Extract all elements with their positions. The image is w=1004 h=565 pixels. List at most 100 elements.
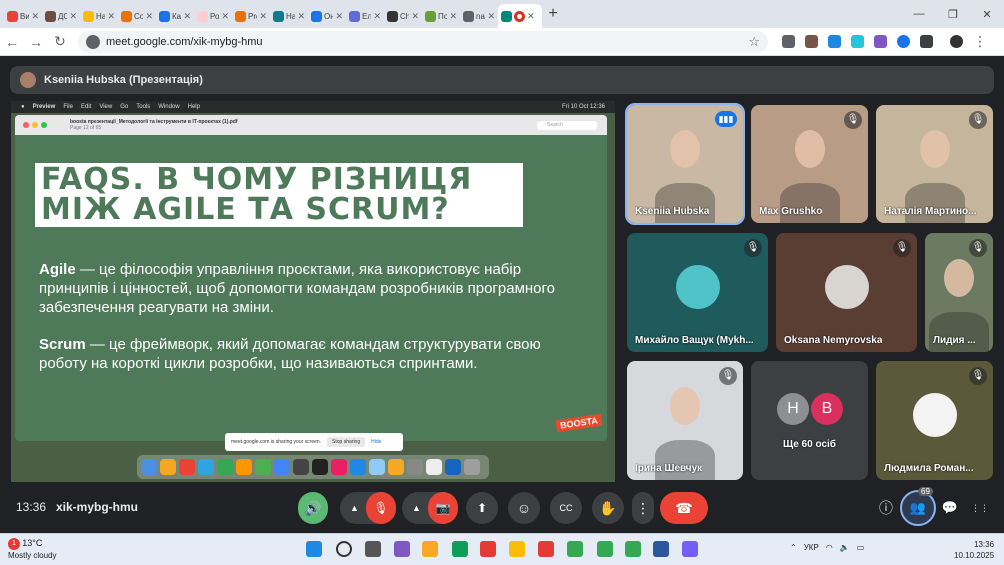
browser-tab[interactable]: Роз✕ — [194, 4, 232, 28]
tab-close-icon[interactable]: ✕ — [221, 11, 229, 22]
tab-close-icon[interactable]: ✕ — [259, 11, 267, 22]
chrome-profile-icon[interactable] — [567, 541, 583, 557]
mac-menu-item[interactable]: Go — [120, 104, 128, 110]
browser-tab-active[interactable]: ✕ — [498, 4, 542, 28]
dock-app-icon[interactable] — [255, 459, 271, 475]
back-button[interactable]: ← — [0, 34, 24, 50]
mac-menu-item[interactable]: Tools — [136, 104, 150, 110]
dock-app-icon[interactable] — [274, 459, 290, 475]
file-explorer-icon[interactable] — [422, 541, 438, 557]
tab-close-icon[interactable]: ✕ — [145, 11, 153, 22]
dock-app-icon[interactable] — [179, 459, 195, 475]
tab-close-icon[interactable]: ✕ — [373, 11, 381, 22]
dock-app-icon[interactable] — [236, 459, 252, 475]
forward-button[interactable]: → — [24, 34, 48, 50]
cast-icon[interactable] — [782, 35, 795, 48]
weather-widget[interactable]: 1 13°C Mostly cloudy — [8, 538, 56, 561]
copilot-icon[interactable] — [394, 541, 410, 557]
tab-close-icon[interactable]: ✕ — [297, 11, 305, 22]
extension-icon[interactable] — [874, 35, 887, 48]
close-window-icon[interactable] — [23, 122, 29, 128]
browser-tab[interactable]: Еле✕ — [346, 4, 384, 28]
dock-app-icon[interactable] — [350, 459, 366, 475]
hide-button[interactable]: Hide — [371, 439, 381, 445]
participant-tile[interactable]: Kseniia Hubska ▮▮▮ — [625, 103, 745, 225]
reload-button[interactable]: ↻ — [48, 33, 72, 50]
dock-app-icon[interactable] — [331, 459, 347, 475]
camera-toggle-button[interactable]: 📷 — [428, 492, 458, 524]
meeting-info-button[interactable]: ⓘ — [874, 496, 898, 520]
bookmark-star-icon[interactable]: ☆ — [748, 34, 760, 50]
tab-close-icon[interactable]: ✕ — [335, 11, 343, 22]
participant-tile[interactable]: Михайло Ващук (Mykh... 🎙 — [627, 233, 768, 352]
tab-close-icon[interactable]: ✕ — [449, 11, 457, 22]
dock-app-icon[interactable] — [464, 459, 480, 475]
mac-menu-item[interactable]: Preview — [33, 104, 56, 110]
address-bar[interactable]: meet.google.com/xik-mybg-hmu ☆ — [78, 30, 768, 53]
minimize-window-icon[interactable] — [32, 122, 38, 128]
dock-app-icon[interactable] — [141, 459, 157, 475]
tab-close-icon[interactable]: ✕ — [69, 11, 77, 22]
opera-icon[interactable] — [480, 541, 496, 557]
participant-tile[interactable]: Н В Ще 60 осіб — [751, 361, 868, 480]
browser-tab[interactable]: nau✕ — [460, 4, 498, 28]
present-button[interactable]: ⬆ — [466, 492, 498, 524]
search-icon[interactable] — [336, 541, 352, 557]
taskbar-clock[interactable]: 13:36 10.10.2025 — [954, 539, 994, 561]
participant-tile[interactable]: Oksana Nemyrovska 🎙 — [776, 233, 917, 352]
reactions-button[interactable]: ☺ — [508, 492, 540, 524]
profile-avatar[interactable] — [950, 35, 963, 48]
minimize-window-button[interactable]: — — [902, 8, 936, 20]
maximize-window-button[interactable]: ❐ — [936, 8, 970, 21]
tab-close-icon[interactable]: ✕ — [487, 11, 495, 22]
shared-screen[interactable]: ● Preview File Edit View Go Tools Window Help F… — [11, 101, 615, 482]
extension-icon[interactable] — [828, 35, 841, 48]
dock-app-icon[interactable] — [217, 459, 233, 475]
leave-call-button[interactable]: ☎ — [660, 492, 708, 524]
word-icon[interactable] — [653, 541, 669, 557]
extension-icon[interactable] — [851, 35, 864, 48]
site-info-icon[interactable] — [86, 34, 100, 49]
dock-app-icon[interactable] — [198, 459, 214, 475]
dock-app-icon[interactable] — [369, 459, 385, 475]
tab-close-icon[interactable]: ✕ — [183, 11, 191, 22]
dock-app-icon[interactable] — [445, 459, 461, 475]
close-window-button[interactable]: ✕ — [970, 8, 1004, 21]
browser-tab[interactable]: Ви з✕ — [4, 4, 42, 28]
raise-hand-button[interactable]: ✋ — [592, 492, 624, 524]
browser-tab[interactable]: Пор✕ — [422, 4, 460, 28]
new-tab-button[interactable]: + — [542, 5, 564, 23]
pdf-search-field[interactable]: Search — [537, 120, 597, 130]
viber-icon[interactable] — [682, 541, 698, 557]
zoom-window-icon[interactable] — [41, 122, 47, 128]
browser-tab[interactable]: Нав✕ — [270, 4, 308, 28]
dock-app-icon[interactable] — [160, 459, 176, 475]
language-indicator[interactable]: УКР — [804, 543, 819, 552]
tab-close-icon[interactable]: ✕ — [411, 11, 419, 22]
activities-button[interactable]: ⋮⋮ — [968, 496, 992, 520]
participant-tile[interactable]: Наталія Мартино... 🎙 — [876, 105, 993, 223]
extension-icon[interactable] — [805, 35, 818, 48]
tab-close-icon[interactable]: ✕ — [527, 11, 535, 22]
volume-icon[interactable]: 🔈 — [840, 543, 850, 552]
browser-tab[interactable]: Cha✕ — [384, 4, 422, 28]
chat-button[interactable]: 💬 — [938, 496, 962, 520]
more-options-button[interactable]: ⋮ — [632, 492, 654, 524]
captions-button[interactable]: CC — [550, 492, 582, 524]
chrome-profile-icon[interactable] — [597, 541, 613, 557]
dock-app-icon[interactable] — [426, 459, 442, 475]
edge-icon[interactable] — [452, 541, 468, 557]
mac-menu-item[interactable]: Window — [158, 104, 179, 110]
dock-app-icon[interactable] — [407, 459, 423, 475]
browser-tab[interactable]: ДО ✕ — [42, 4, 80, 28]
windows-start-icon[interactable] — [306, 541, 322, 557]
dock-app-icon[interactable] — [312, 459, 328, 475]
tab-close-icon[interactable]: ✕ — [107, 11, 115, 22]
browser-tab[interactable]: Cou✕ — [118, 4, 156, 28]
dock-app-icon[interactable] — [293, 459, 309, 475]
stop-sharing-button[interactable]: Stop sharing — [327, 437, 366, 447]
extension-icon[interactable] — [897, 35, 910, 48]
extensions-puzzle-icon[interactable] — [920, 35, 933, 48]
mac-menu-item[interactable]: Edit — [81, 104, 91, 110]
participant-tile[interactable]: Лидия ... 🎙 — [925, 233, 993, 352]
